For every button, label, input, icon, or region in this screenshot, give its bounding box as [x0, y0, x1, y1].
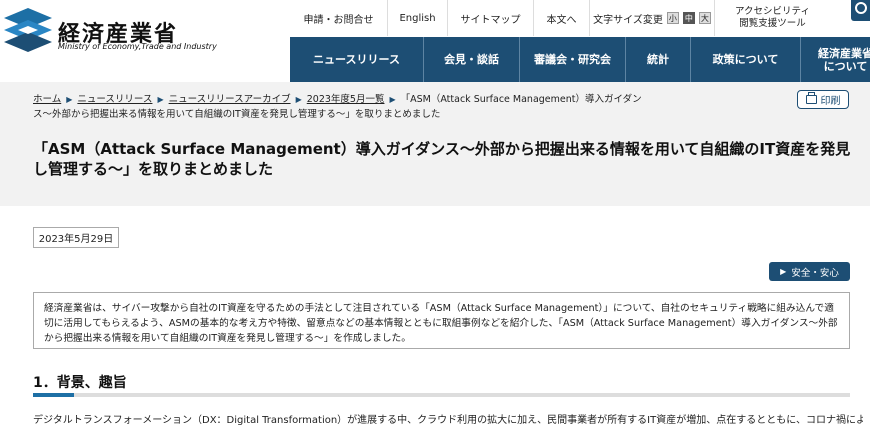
global-nav: ニュースリリース 会見・談話 審議会・研究会 統計 政策について 経済産業省 に… — [290, 37, 870, 82]
site-header: 経済産業省 Ministry of Economy,Trade and Indu… — [0, 0, 870, 82]
gnav-news-release[interactable]: ニュースリリース — [290, 37, 424, 82]
breadcrumb-month-list[interactable]: 2023年度5月一覧 — [307, 94, 385, 105]
gnav-about-meti[interactable]: 経済産業省 について — [801, 37, 870, 82]
breadcrumb-arrow-icon: ▶ — [389, 95, 396, 104]
accessibility-tool-link[interactable]: アクセシビリティ 閲覧支援ツール — [715, 0, 830, 36]
text-size-large-button[interactable]: 大 — [698, 12, 711, 24]
gnav-about-line-1: 経済産業省 — [818, 46, 870, 60]
title-band: ホーム ▶ ニュースリリース ▶ ニュースリリースアーカイブ ▶ 2023年度5月一覧 ▶ 「A… — [0, 82, 870, 206]
util-link-english[interactable]: English — [388, 0, 448, 36]
triangle-right-icon: ▶ — [780, 267, 787, 276]
logo-english-text: Ministry of Economy,Trade and Industry — [58, 42, 217, 51]
text-size-medium-button[interactable]: 中 — [682, 12, 695, 24]
publish-date: 2023年5月29日 — [33, 227, 119, 248]
section-heading-rule — [33, 393, 850, 397]
print-label: 印刷 — [820, 96, 841, 107]
text-size-label: 文字サイズ変更 — [593, 14, 663, 26]
meti-logo[interactable]: 経済産業省 Ministry of Economy,Trade and Indu… — [4, 8, 217, 58]
text-size-small-button[interactable]: 小 — [666, 12, 679, 24]
category-tag-label: 安全・安心 — [791, 267, 839, 279]
text-size-control: 文字サイズ変更 小 中 大 — [590, 0, 715, 36]
gnav-about-line-2: について — [823, 59, 868, 73]
breadcrumb-news-release[interactable]: ニュースリリース — [77, 94, 152, 105]
gnav-councils[interactable]: 審議会・研究会 — [520, 37, 626, 82]
utility-nav: 申請・お問合せ English サイトマップ 本文へ 文字サイズ変更 小 中 大… — [290, 0, 830, 36]
breadcrumb: ホーム ▶ ニュースリリース ▶ ニュースリリースアーカイブ ▶ 2023年度5月一覧 ▶ 「A… — [33, 92, 653, 122]
breadcrumb-arrow-icon: ▶ — [66, 95, 73, 104]
accessibility-line-2: 閲覧支援ツール — [739, 18, 806, 29]
breadcrumb-archive[interactable]: ニュースリリースアーカイブ — [169, 94, 291, 105]
gnav-statistics[interactable]: 統計 — [626, 37, 691, 82]
util-link-skip-to-content[interactable]: 本文へ — [534, 0, 590, 36]
search-icon — [855, 2, 867, 14]
accessibility-line-1: アクセシビリティ — [735, 6, 810, 17]
page-title: 「ASM（Attack Surface Management）導入ガイダンス〜外… — [33, 140, 851, 178]
section-body-text: デジタルトランスフォーメーション（DX：Digital Transformati… — [33, 415, 863, 425]
breadcrumb-home[interactable]: ホーム — [33, 94, 61, 105]
gnav-press-conference[interactable]: 会見・談話 — [424, 37, 520, 82]
meti-logo-mark-icon — [4, 8, 52, 52]
gnav-policies[interactable]: 政策について — [691, 37, 801, 82]
util-link-sitemap[interactable]: サイトマップ — [448, 0, 534, 36]
section-heading-background: 1．背景、趣旨 — [33, 375, 127, 391]
breadcrumb-arrow-icon: ▶ — [295, 95, 302, 104]
print-button[interactable]: 印刷 — [797, 90, 849, 109]
category-tag-button[interactable]: ▶ 安全・安心 — [769, 262, 850, 281]
printer-icon — [805, 92, 817, 104]
util-link-contact[interactable]: 申請・お問合せ — [290, 0, 388, 36]
search-button[interactable] — [851, 0, 870, 21]
section-heading-accent — [33, 393, 74, 397]
summary-box: 経済産業省は、サイバー攻撃から自社のIT資産を守るための手法として注目されている… — [33, 292, 850, 349]
breadcrumb-arrow-icon: ▶ — [157, 95, 164, 104]
